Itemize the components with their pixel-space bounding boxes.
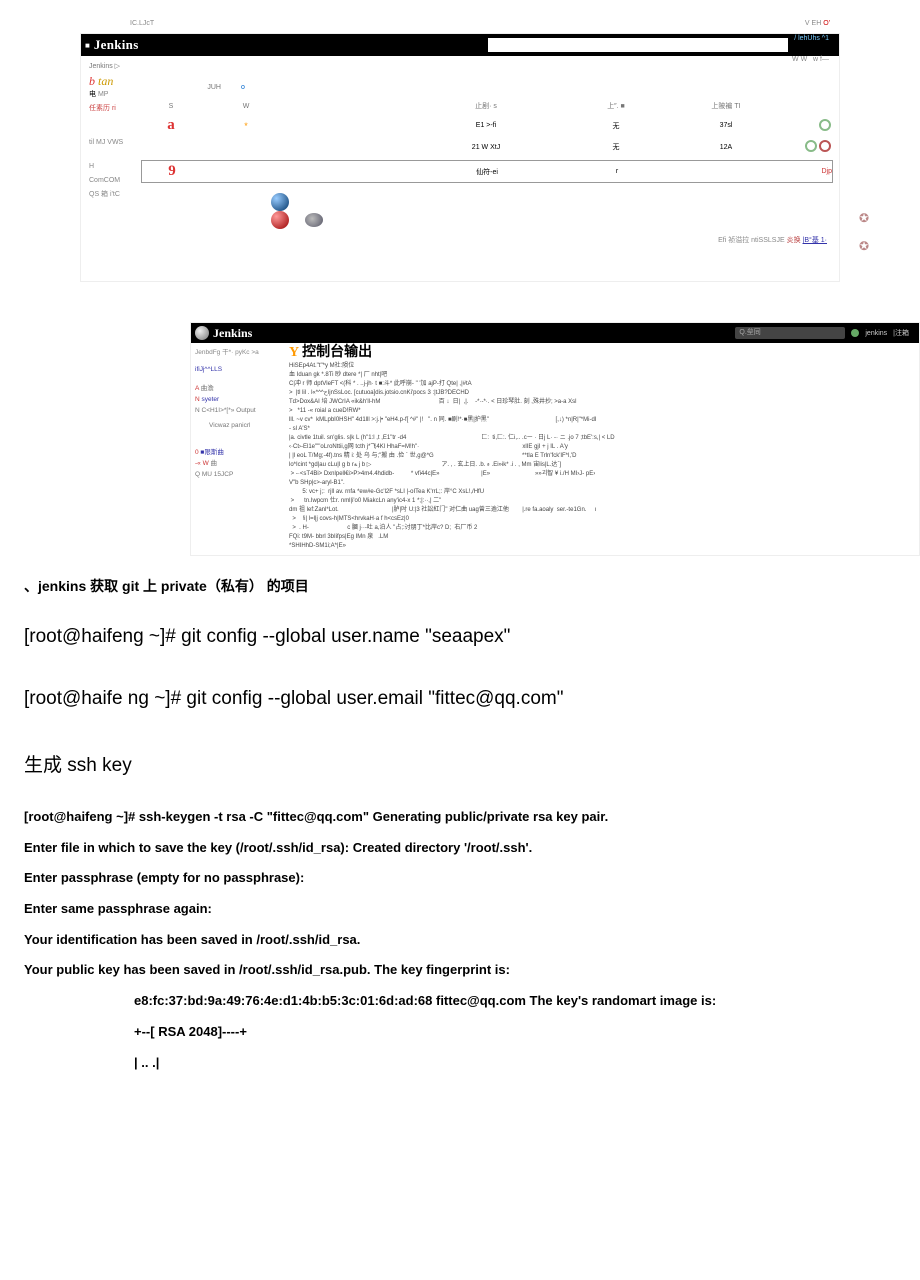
cell-a: 仙符-ei [412, 167, 562, 177]
job-row-1[interactable]: a * E1 >-fi 无 37sl [141, 117, 833, 134]
cell-b: 无 [561, 121, 671, 131]
logo-square-icon: ■ [85, 41, 90, 50]
search-input[interactable]: Q.垒同 [735, 327, 845, 339]
dashboard-main: W W w f— JUH o S W 止剧· s 上″. ■ 上陂褊 TI a [135, 56, 839, 281]
sidebar-link-4[interactable]: N C<H1I>*[*» Output [195, 405, 279, 416]
tab-all[interactable]: JUH [141, 84, 221, 91]
keygen-line-4: Enter same passphrase again: [24, 897, 896, 922]
ocr-noise-top: IC.LJcT V EH O' [20, 20, 900, 33]
legend-balls [271, 193, 833, 229]
sidebar-link-2[interactable]: A 曲澹 [195, 383, 279, 394]
header-bar: ■ Jenkins / lehUhs ^1 [81, 34, 839, 56]
breadcrumb[interactable]: JenbdFg 干*· pyKc >a [195, 347, 279, 358]
status-icon: 9 [168, 163, 176, 179]
sidebar: JenbdFg 干*· pyKc >a ifiJj^^LLS A 曲澹 N sy… [191, 343, 283, 555]
keygen-line-6: Your public key has been saved in /root/… [24, 958, 896, 983]
keygen-line-8: +--[ RSA 2048]----+ [134, 1020, 896, 1045]
noise-left: IC.LJcT [130, 20, 154, 27]
brand-title: Jenkins [213, 326, 252, 341]
queue-label-1: til MJ VWS [89, 136, 127, 150]
queue-label-2: H ComCOM QS 箱 i'tC [89, 160, 127, 202]
keygen-line-2: Enter file in which to save the key (/ro… [24, 836, 896, 861]
status-dot-icon [851, 329, 859, 337]
scale-noise: W W w f— [792, 56, 829, 63]
sidebar-link-5[interactable]: Vicwaz panicrl [209, 420, 279, 431]
col-last-fail[interactable]: 上″. ■ [561, 101, 671, 111]
col-last-success[interactable]: 止剧· s [411, 101, 561, 111]
col-s[interactable]: S [141, 103, 201, 110]
noise-right: V EH O' [805, 20, 830, 27]
new-item-link[interactable]: b tan [89, 74, 127, 88]
col-last-duration[interactable]: 上陂褊 TI [671, 101, 781, 111]
cell-a: 21 W XtJ [411, 144, 561, 151]
blue-ball-icon [271, 193, 289, 211]
search-input[interactable] [488, 38, 788, 52]
subheading-sshkey: 生成 ssh key [24, 750, 896, 777]
cell-b: r [562, 168, 672, 175]
console-title: Y 控制台输出 [289, 347, 913, 358]
red-ball-icon [271, 211, 289, 229]
user-link[interactable]: jenkins [865, 330, 887, 337]
cell-a: E1 >-fi [411, 122, 561, 129]
rss-footer: Efi 祯溢拉 ntiSSLSJE 炎换 |B°基 1· [141, 235, 833, 251]
article-body: 、jenkins 获取 git 上 private（私有） 的项目 [root@… [20, 576, 900, 1075]
sidebar: Jenkins ▷ b tan 电 MP 任素历 ri til MJ VWS H… [81, 56, 135, 281]
cell-c: 12A [671, 144, 781, 151]
keygen-line-5: Your identification has been saved in /r… [24, 928, 896, 953]
keygen-line-1: [root@haifeng ~]# ssh-keygen -t rsa -C "… [24, 805, 896, 830]
logout-link[interactable]: |注箱 [893, 328, 909, 338]
sidebar-link-7[interactable]: -« W 曲 [195, 458, 279, 469]
jenkins-console-screenshot: Jenkins Q.垒同 jenkins |注箱 JenbdFg 干*· pyK… [190, 322, 920, 556]
view-tabs: JUH o [141, 84, 833, 91]
sidebar-row-2[interactable]: 任素历 ri [89, 102, 127, 116]
status-icon: a [167, 117, 175, 133]
sidebar-link-1[interactable]: ifiJj^^LLS [195, 364, 279, 375]
jenkins-dashboard-screenshot: ■ Jenkins / lehUhs ^1 Jenkins ▷ b tan 电 … [80, 33, 840, 282]
keygen-line-3: Enter passphrase (empty for no passphras… [24, 866, 896, 891]
jenkins-logo-icon [195, 326, 209, 340]
console-log: HiSEp4At."t"*y M社:陨位 血 Iduan gk *.8Ti 眇 … [289, 362, 913, 551]
rss-icon[interactable] [819, 140, 831, 152]
job-row-3[interactable]: 9 仙符-ei r Djp [141, 160, 833, 183]
col-w[interactable]: W [201, 103, 291, 110]
build-icon[interactable] [805, 140, 817, 152]
breadcrumb[interactable]: Jenkins ▷ [89, 60, 127, 74]
keygen-line-9: | .. .| [134, 1051, 896, 1076]
cmd-line-2: [root@haife ng ~]# git config --global u… [24, 688, 896, 710]
sidebar-link-6[interactable]: 0 ■限斯曲 [195, 447, 279, 458]
weather-icon: * [244, 121, 248, 131]
header-bar: Jenkins Q.垒同 jenkins |注箱 [191, 323, 919, 343]
console-main: Y 控制台输出 HiSEp4At."t"*y M社:陨位 血 Iduan gk … [283, 343, 919, 555]
sidebar-row-1[interactable]: 电 MP [89, 88, 127, 102]
cmd-line-1: [root@haifeng ~]# git config --global us… [24, 626, 896, 648]
cell-b: 无 [561, 142, 671, 152]
job-row-2[interactable]: 21 W XtJ 无 12A [141, 140, 833, 154]
cell-c: 37sl [671, 122, 781, 129]
section-title: 、jenkins 获取 git 上 private（私有） 的项目 [24, 576, 896, 596]
add-view-icon[interactable]: o [241, 84, 245, 91]
cloud-icon [305, 213, 323, 227]
sidebar-link-3[interactable]: N syeter [195, 394, 279, 405]
job-table-head: S W 止剧· s 上″. ■ 上陂褊 TI [141, 101, 833, 111]
login-link[interactable]: / lehUhs ^1 [788, 34, 835, 56]
build-icon[interactable] [819, 119, 831, 131]
sidebar-link-8[interactable]: Q MU 15JCP [195, 469, 279, 480]
keygen-line-7: e8:fc:37:bd:9a:49:76:4e:d1:4b:b5:3c:01:6… [134, 989, 896, 1014]
floating-icons: ✪✪ [859, 204, 869, 260]
cell-d: Djp [782, 168, 832, 175]
brand-title: Jenkins [94, 37, 139, 53]
